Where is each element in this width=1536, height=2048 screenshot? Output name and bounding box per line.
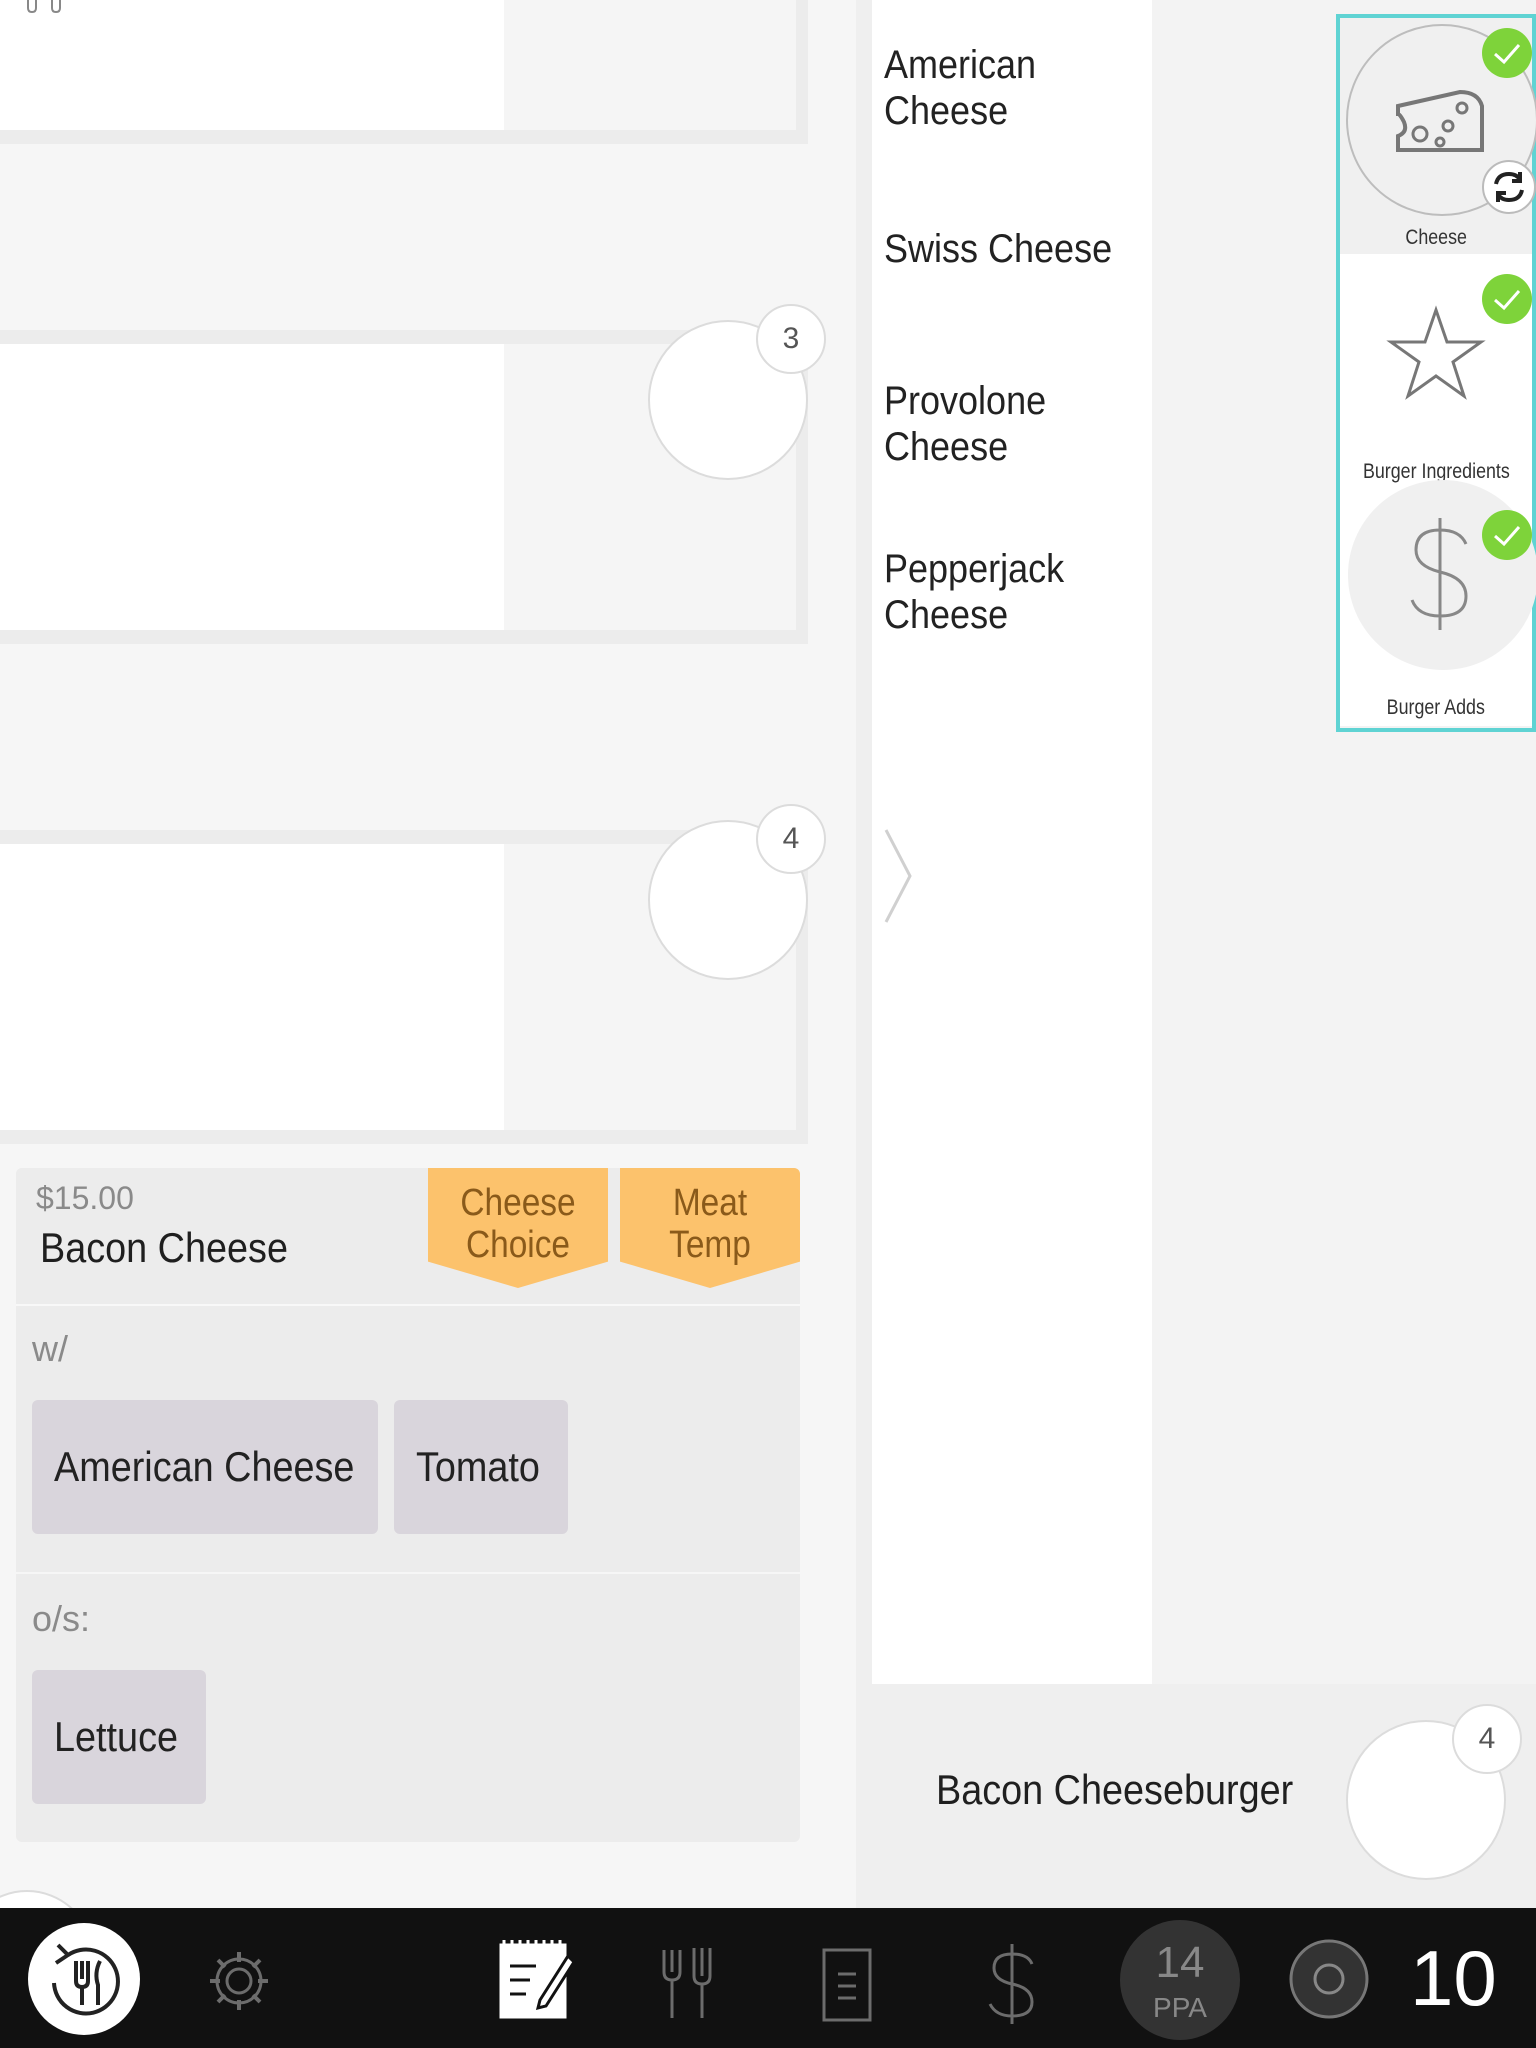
swap-icon[interactable] <box>1482 160 1536 214</box>
modifier-chip[interactable]: American Cheese <box>32 1400 378 1534</box>
item-name: Bacon Cheese <box>40 1224 288 1271</box>
refresh-dine-button[interactable] <box>28 1923 140 2035</box>
option-american-cheese[interactable]: American Cheese <box>884 42 1074 134</box>
item-price: $15.00 <box>36 1180 134 1216</box>
modifier-chip[interactable]: Tomato <box>394 1400 568 1534</box>
option-pepperjack-cheese[interactable]: Pepperjack Cheese <box>884 546 1104 638</box>
option-provolone-cheese[interactable]: Provolone Cheese <box>884 378 1074 470</box>
dollar-icon <box>1410 518 1468 630</box>
meat-temp-flag[interactable]: Meat Temp <box>620 1168 800 1288</box>
check-icon <box>1482 510 1532 560</box>
gear-icon[interactable] <box>206 1948 272 2014</box>
current-item-bar[interactable]: Bacon Cheeseburger 4 <box>872 1684 1536 1908</box>
category-burger-ingredients[interactable]: Burger Ingredients <box>1340 254 1532 490</box>
refresh-utensils-icon <box>52 1943 120 2016</box>
cheese-icon <box>1396 89 1484 152</box>
utensils-icon[interactable] <box>658 1942 718 2022</box>
bottom-toolbar: 14 PPA 10 <box>0 1908 1536 2048</box>
category-label: Cheese <box>1405 226 1467 249</box>
category-label: Burger Adds <box>1386 696 1486 719</box>
seat-circle[interactable] <box>0 1890 94 1908</box>
category-cheese[interactable]: Cheese <box>1340 18 1536 254</box>
guest-unit: PPA <box>1153 1992 1207 2023</box>
category-burger-adds[interactable]: Burger Adds <box>1340 480 1536 726</box>
seat-number-badge: 3 <box>756 304 826 374</box>
guest-count: 14 <box>1155 1938 1205 1987</box>
receipt-icon[interactable] <box>820 1946 874 2026</box>
guest-count-button[interactable]: 14 PPA <box>1120 1920 1240 2040</box>
check-icon <box>1482 274 1532 324</box>
order-card-top-body <box>0 0 504 130</box>
item-detail-card[interactable]: $15.00 Bacon Cheese Cheese Choice Meat T… <box>16 1168 800 1842</box>
with-label: w/ <box>32 1328 68 1369</box>
order-notepad-icon[interactable] <box>496 1936 576 2022</box>
star-icon <box>1386 305 1486 400</box>
seat-number-badge: 4 <box>756 804 826 874</box>
on-side-label: o/s: <box>32 1598 91 1639</box>
current-item-name: Bacon Cheeseburger <box>936 1766 1294 1813</box>
option-swiss-cheese[interactable]: Swiss Cheese <box>884 226 1137 272</box>
category-rail: Cheese Burger Ingredients Burger Adds <box>1336 14 1536 732</box>
item-header[interactable]: $15.00 Bacon Cheese Cheese Choice Meat T… <box>16 1168 800 1306</box>
chevron-right-icon[interactable] <box>882 826 916 926</box>
modifier-option-list: American Cheese Swiss Cheese Provolone C… <box>872 0 1152 1684</box>
modifier-chip[interactable]: Lettuce <box>32 1670 206 1804</box>
table-icon[interactable] <box>1288 1938 1370 2020</box>
table-number: 10 <box>1410 1934 1497 2022</box>
cheese-choice-flag[interactable]: Cheese Choice <box>428 1168 608 1288</box>
seat-number-badge: 4 <box>1452 1704 1522 1774</box>
check-icon <box>1482 28 1532 78</box>
dollar-icon[interactable] <box>982 1942 1042 2026</box>
utensil-icon <box>27 0 61 14</box>
